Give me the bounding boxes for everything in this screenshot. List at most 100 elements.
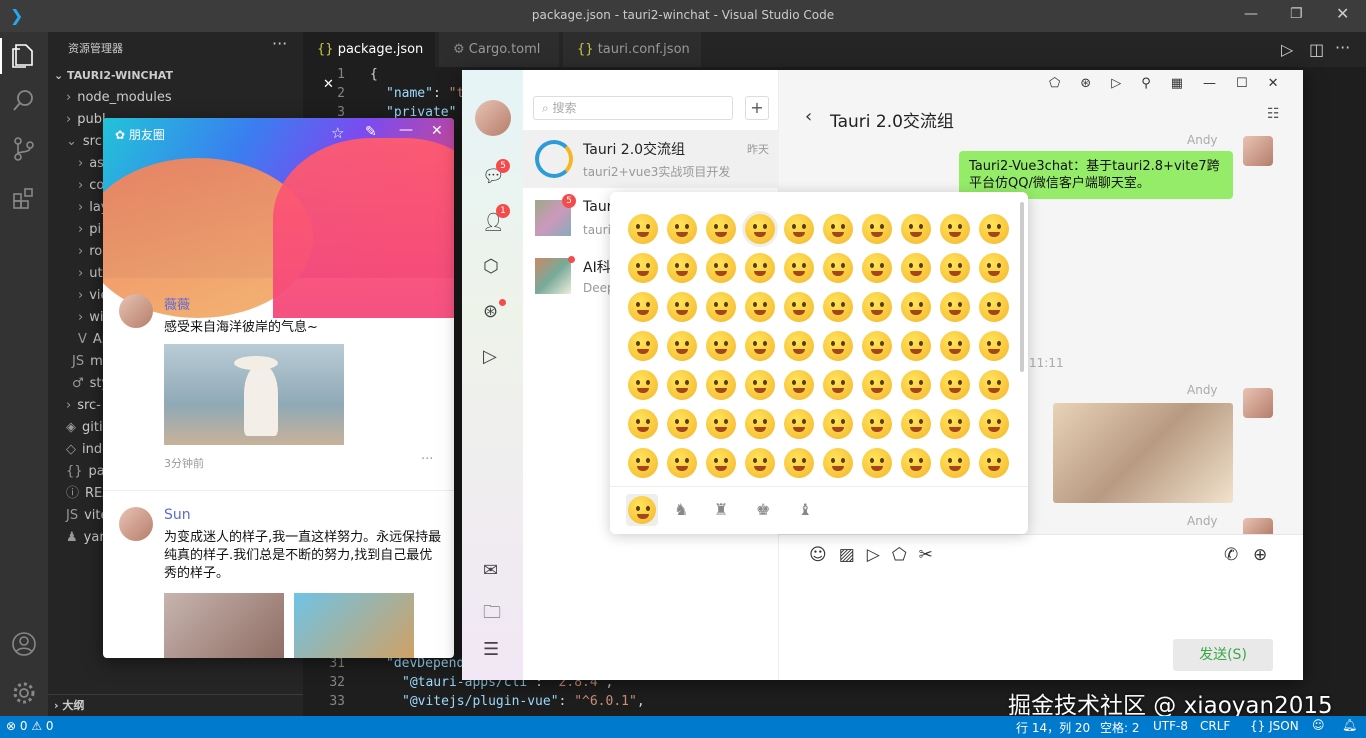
emoji-item[interactable] (784, 214, 814, 244)
emoji-item[interactable] (628, 448, 658, 478)
emoji-item[interactable] (628, 214, 658, 244)
add-button[interactable]: + (745, 96, 769, 120)
emoji-item[interactable] (628, 370, 658, 400)
post-photo[interactable] (294, 593, 414, 658)
emoji-item[interactable] (667, 214, 697, 244)
menu-icon[interactable]: ☰ (483, 639, 499, 660)
emoji-item[interactable] (706, 448, 736, 478)
input-toolbar[interactable]: ☺▨▷⬠✂ (809, 545, 945, 565)
emoji-item[interactable] (901, 409, 931, 439)
emoji-item[interactable] (862, 292, 892, 322)
avatar[interactable] (119, 507, 153, 541)
input-area[interactable]: ☺▨▷⬠✂ ✆ ⊕ 发送(S) (779, 534, 1303, 680)
emoji-item[interactable] (940, 331, 970, 361)
emoji-item[interactable] (862, 253, 892, 283)
emoji-item[interactable] (706, 292, 736, 322)
emoji-item[interactable] (901, 253, 931, 283)
window-controls[interactable]: ⬠⊛▷⚲▦—☐✕ (1049, 76, 1299, 91)
emoji-item[interactable] (862, 331, 892, 361)
sticker-tab-icon[interactable]: ♞ (674, 500, 688, 519)
tab-tauri-conf[interactable]: {} tauri.conf.json (563, 32, 701, 67)
search-icon[interactable] (12, 88, 36, 112)
emoji-item[interactable] (784, 370, 814, 400)
settings-gear-icon[interactable] (11, 680, 37, 706)
emoji-item[interactable] (940, 370, 970, 400)
close-icon[interactable]: ✕ (1336, 4, 1349, 23)
emoji-item[interactable] (667, 370, 697, 400)
more-plus-icon[interactable]: ⊕ (1253, 545, 1267, 565)
folder-icon[interactable]: 🗀 (483, 600, 501, 630)
split-editor-icon[interactable]: ◫ (1309, 40, 1324, 59)
conversation-item[interactable]: Tauri 2.0交流组 昨天 tauri2+vue3实战项目开发 (523, 130, 779, 188)
sticker-tab-icon[interactable]: ♜ (714, 500, 728, 519)
indent-status[interactable]: 空格: 2 (1100, 719, 1140, 736)
emoji-item[interactable] (862, 214, 892, 244)
outline-section[interactable]: › 大纲 (48, 694, 303, 716)
close-icon[interactable]: ✕ (431, 123, 443, 139)
emoji-item[interactable] (979, 292, 1009, 322)
minimize-icon[interactable]: — (399, 122, 413, 138)
emoji-item[interactable] (940, 253, 970, 283)
feedback-icon[interactable]: ☺ (1312, 718, 1325, 732)
notifications-icon[interactable]: 🔔︎ (1342, 718, 1357, 732)
emoji-item[interactable] (784, 331, 814, 361)
emoji-item[interactable] (745, 370, 775, 400)
restore-icon[interactable]: ❐ (1290, 6, 1303, 22)
emoji-item[interactable] (823, 448, 853, 478)
post-author[interactable]: Sun (164, 507, 191, 523)
emoji-item[interactable] (784, 409, 814, 439)
sticker-tab-icon[interactable]: ♚ (756, 500, 770, 519)
language-status[interactable]: {} JSON (1250, 719, 1299, 733)
emoji-item[interactable] (706, 214, 736, 244)
extensions-icon[interactable] (12, 186, 36, 210)
emoji-item[interactable] (745, 214, 775, 244)
emoji-item[interactable] (745, 409, 775, 439)
emoji-item[interactable] (706, 409, 736, 439)
play-icon[interactable]: ▷ (483, 346, 497, 367)
avatar[interactable] (119, 294, 153, 328)
emoji-item[interactable] (940, 214, 970, 244)
sender-avatar[interactable] (1243, 136, 1273, 166)
tab-package-json[interactable]: {} package.json ✕ (303, 32, 435, 92)
send-button[interactable]: 发送(S) (1173, 639, 1273, 671)
emoji-item[interactable] (784, 253, 814, 283)
emoji-item[interactable] (628, 409, 658, 439)
post-more-icon[interactable]: ··· (421, 452, 433, 467)
emoji-item[interactable] (823, 331, 853, 361)
emoji-item[interactable] (823, 214, 853, 244)
problems-status[interactable]: ⊗ 0 ⚠ 0 (6, 719, 54, 733)
emoji-item[interactable] (823, 253, 853, 283)
editor-more-icon[interactable]: ··· (1335, 38, 1350, 57)
edit-icon[interactable]: ✎ (365, 124, 377, 140)
project-root[interactable]: ⌄ TAURI2-WINCHAT (48, 65, 303, 87)
account-icon[interactable] (11, 631, 37, 657)
emoji-item[interactable] (784, 448, 814, 478)
emoji-item[interactable] (628, 292, 658, 322)
emoji-item[interactable] (979, 448, 1009, 478)
emoji-item[interactable] (823, 370, 853, 400)
back-icon[interactable]: ‹ (805, 106, 812, 127)
message-image[interactable] (1053, 403, 1233, 503)
emoji-item[interactable] (667, 253, 697, 283)
sender-avatar[interactable] (1243, 388, 1273, 418)
sticker-tab-icon[interactable]: ♝ (798, 500, 812, 519)
source-control-icon[interactable] (12, 136, 36, 162)
explorer-icon[interactable] (12, 42, 36, 68)
emoji-item[interactable] (745, 448, 775, 478)
emoji-item[interactable] (979, 253, 1009, 283)
emoji-item[interactable] (745, 292, 775, 322)
moments-icon[interactable]: ⊛ (483, 301, 498, 322)
cursor-position[interactable]: 行 14，列 20 (1016, 719, 1090, 736)
emoji-item[interactable] (901, 214, 931, 244)
emoji-item[interactable] (901, 292, 931, 322)
star-icon[interactable]: ☆ (331, 124, 344, 142)
emoji-item[interactable] (979, 214, 1009, 244)
emoji-item[interactable] (823, 409, 853, 439)
emoji-item[interactable] (979, 370, 1009, 400)
minimize-icon[interactable]: — (1244, 6, 1258, 22)
emoji-item[interactable] (628, 253, 658, 283)
chat-settings-icon[interactable]: ☷ (1267, 106, 1280, 122)
emoji-item[interactable] (862, 448, 892, 478)
emoji-item[interactable] (667, 448, 697, 478)
more-actions-icon[interactable]: ··· (272, 34, 287, 53)
